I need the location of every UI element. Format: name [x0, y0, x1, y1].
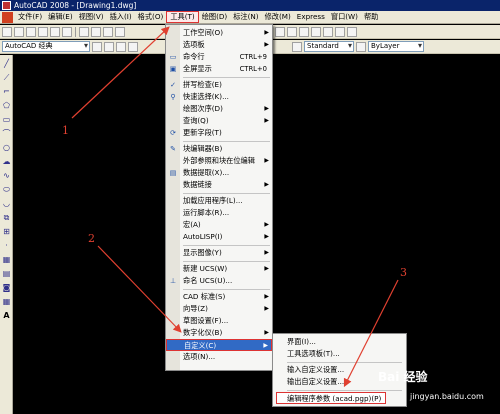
watermark-brand: Bai 经验 — [378, 370, 428, 384]
annotation-arrows — [71, 26, 399, 388]
annotation-number-1: 1 — [62, 124, 69, 137]
arrow-1 — [71, 26, 170, 119]
arrow-2 — [97, 245, 182, 333]
annotation-number-3: 3 — [400, 266, 407, 279]
watermark-url: jingyan.baidu.com — [410, 392, 484, 401]
annotation-number-2: 2 — [88, 232, 95, 245]
